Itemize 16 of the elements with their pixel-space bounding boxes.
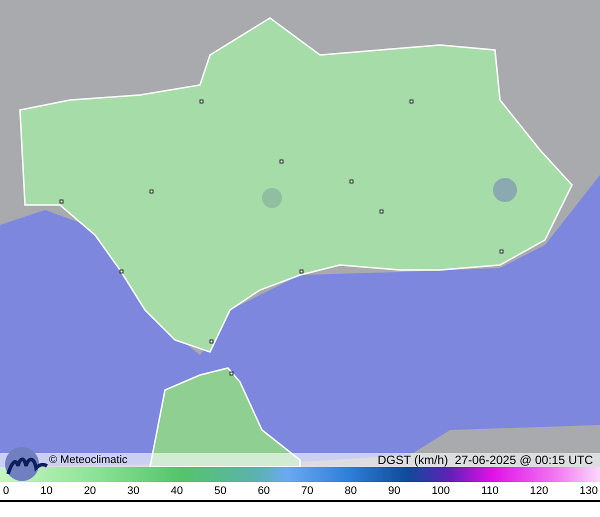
scale-label: 70 (301, 484, 314, 498)
scale-label: 110 (481, 484, 499, 498)
scale-label: 30 (127, 484, 140, 498)
scale-label: 50 (214, 484, 226, 498)
scale-label: 10 (40, 484, 53, 498)
scale-label: 100 (432, 484, 450, 498)
scale-label: 120 (530, 484, 548, 498)
scale-label: 130 (579, 484, 598, 498)
map-caption: DGST (km/h) 27-06-2025 @ 00:15 UTC (378, 453, 593, 467)
scale-label: 40 (170, 484, 183, 498)
scale-label: 20 (84, 484, 96, 498)
credit-text: © Meteoclimatic (49, 453, 128, 467)
scale-label: 0 (3, 484, 10, 498)
scale-label: 90 (388, 484, 400, 498)
scale-label: 60 (258, 484, 270, 498)
scale-label: 80 (344, 484, 357, 498)
